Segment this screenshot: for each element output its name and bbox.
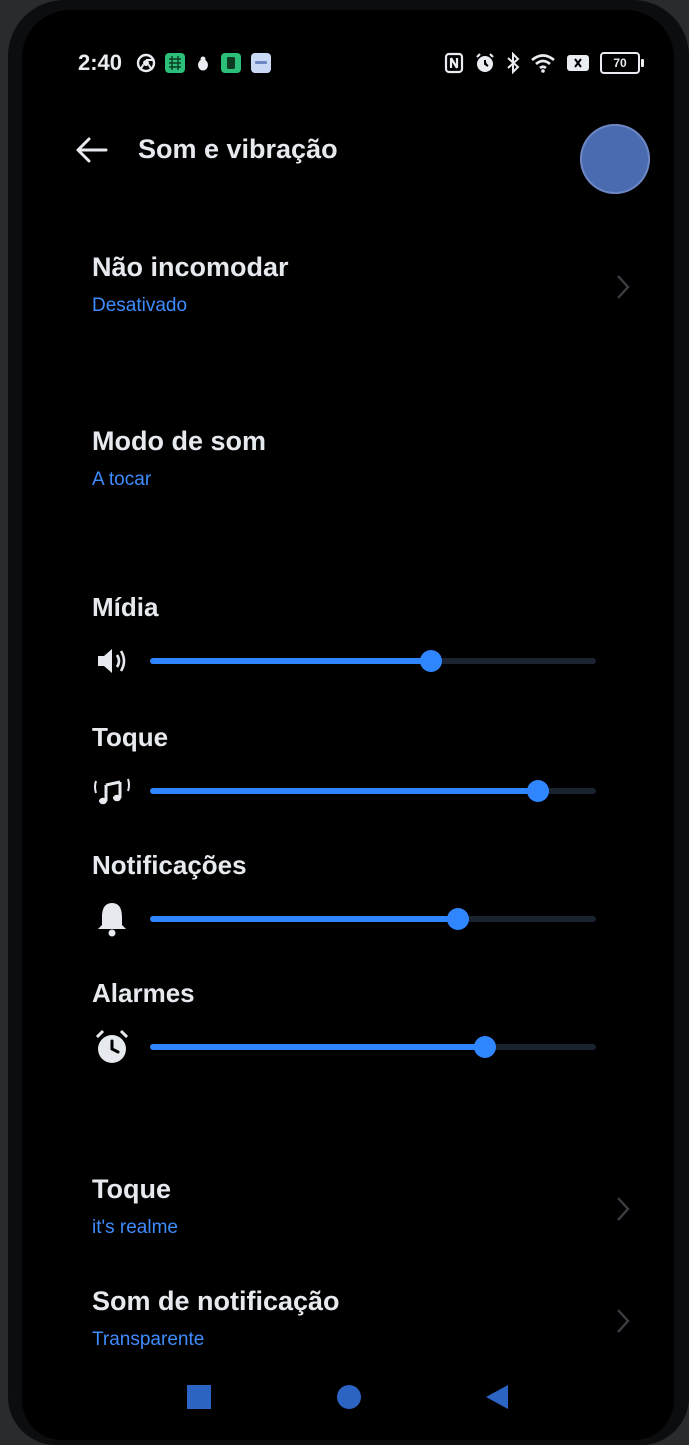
dnd-setting[interactable]: Não incomodar Desativado — [92, 252, 632, 317]
back-icon[interactable] — [482, 1382, 512, 1412]
screen: 2:40 70 Som e vibração Não incomodar Des… — [22, 10, 674, 1440]
volume-ringtone: Toque — [92, 722, 612, 811]
alarm-icon — [476, 53, 494, 72]
dnd-label: Não incomodar — [92, 252, 289, 282]
ringtone-setting[interactable]: Toque it's realme — [92, 1174, 632, 1239]
notification-sound-setting[interactable]: Som de notificação Transparente — [92, 1286, 632, 1351]
volume-media: Mídia — [92, 592, 612, 681]
navigation-bar — [22, 1376, 674, 1426]
ringtone-value: it's realme — [92, 1217, 178, 1238]
header: Som e vibração — [22, 120, 674, 194]
notification-sound-label: Som de notificação — [92, 1286, 340, 1316]
battery-indicator: 70 — [600, 52, 644, 74]
status-bar: 2:40 70 — [22, 46, 674, 80]
sim-off-icon — [567, 55, 589, 71]
bug-icon — [198, 56, 208, 71]
slider-thumb[interactable] — [446, 908, 469, 930]
media-volume-slider[interactable] — [150, 650, 596, 672]
slider-fill — [150, 916, 458, 922]
slider-thumb[interactable] — [527, 780, 550, 802]
sound-mode-label: Modo de som — [92, 426, 266, 456]
chrome-icon — [136, 53, 156, 73]
arrow-left-icon[interactable] — [72, 130, 112, 170]
nfc-icon — [444, 52, 464, 74]
volume-notifications-label: Notificações — [92, 850, 247, 880]
bluetooth-icon — [507, 52, 520, 74]
status-system-icons: 70 — [444, 52, 644, 74]
chevron-right-icon — [617, 275, 630, 299]
alarms-volume-slider[interactable] — [150, 1036, 596, 1058]
ringtone-label: Toque — [92, 1174, 171, 1204]
page-title: Som e vibração — [138, 134, 338, 164]
notifications-volume-slider[interactable] — [150, 908, 596, 930]
slider-fill — [150, 1044, 485, 1050]
recent-apps-icon[interactable] — [184, 1382, 214, 1412]
bell-icon — [98, 903, 126, 937]
status-app-icons — [136, 52, 272, 74]
alarm-clock-icon — [95, 1029, 129, 1063]
chevron-right-icon — [617, 1197, 630, 1221]
volume-notifications: Notificações — [92, 850, 612, 939]
ringtone-icon — [94, 778, 130, 805]
slider-fill — [150, 788, 539, 794]
volume-ringtone-label: Toque — [92, 722, 169, 752]
home-icon[interactable] — [334, 1382, 364, 1412]
calendar-app-icon — [165, 53, 185, 73]
slider-thumb[interactable] — [419, 650, 442, 672]
volume-alarms-label: Alarmes — [92, 978, 195, 1008]
slider-thumb[interactable] — [473, 1036, 496, 1058]
ringtone-volume-slider[interactable] — [150, 780, 596, 802]
notification-sound-value: Transparente — [92, 1329, 205, 1350]
sound-mode-value: A tocar — [92, 469, 152, 490]
volume-alarms: Alarmes — [92, 978, 612, 1067]
speaker-icon — [98, 649, 126, 673]
slider-fill — [150, 658, 431, 664]
status-time: 2:40 — [78, 50, 123, 75]
whatsapp-icon — [221, 53, 241, 73]
message-icon — [251, 53, 271, 73]
wifi-icon — [531, 54, 555, 73]
volume-media-label: Mídia — [92, 592, 159, 622]
sound-mode-setting[interactable]: Modo de som A tocar — [92, 426, 632, 491]
avatar[interactable] — [580, 124, 650, 194]
dnd-value: Desativado — [92, 295, 188, 316]
chevron-right-icon — [617, 1309, 630, 1333]
